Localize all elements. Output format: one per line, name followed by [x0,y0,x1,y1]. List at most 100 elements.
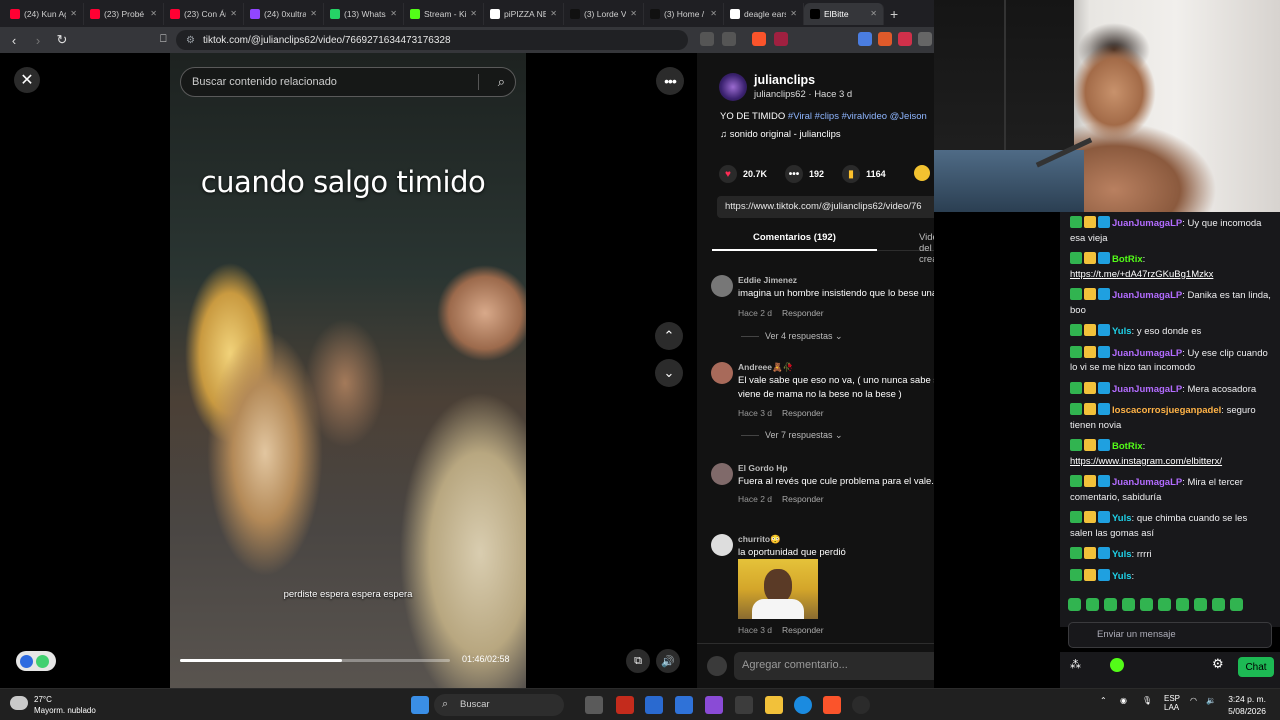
brave-icon[interactable] [823,696,841,714]
view-replies[interactable]: Ver 7 respuestas ⌄ [741,430,843,441]
browser-tab[interactable]: deagle earse ✕ [724,2,804,25]
save-stat[interactable]: ▮ 1164 [842,165,886,183]
terminal-icon[interactable] [735,696,753,714]
post-hashtags[interactable]: #Viral #clips #viralvideo @Jeison [788,111,927,122]
floating-player-icon[interactable]: ⧉ [626,649,650,673]
tray-chevron-icon[interactable]: ⌃ [1100,696,1107,705]
chat-link[interactable]: https://www.instagram.com/elbitterx/ [1070,456,1222,467]
app-icon-red[interactable] [616,696,634,714]
reload-icon[interactable]: ↻ [52,30,72,50]
browser-tab[interactable]: (24) Kun Agu ✕ [4,2,84,25]
activity-icon[interactable]: ⁂ [1070,658,1081,671]
brave-shield-icon[interactable] [752,32,766,46]
tab-close-icon[interactable]: ✕ [70,9,77,18]
chat-username[interactable]: Yuls [1112,571,1132,582]
reply-button[interactable]: Responder [782,625,824,635]
tab-close-icon[interactable]: ✕ [790,9,797,18]
browser-tab[interactable]: (23) Probé To ✕ [84,2,164,25]
chat-message-input[interactable]: Enviar un mensaje [1068,622,1272,648]
site-settings-icon[interactable]: ⚙ [186,35,195,46]
extension-icon-1[interactable] [858,32,872,46]
weather-widget[interactable]: 27°C Mayorm. nublado [10,694,96,716]
extension-badge[interactable] [16,651,56,671]
view-replies[interactable]: Ver 4 respuestas ⌄ [741,331,843,342]
emote-icon[interactable] [1212,598,1225,611]
browser-tab[interactable]: piPIZZA NEW ✕ [484,2,564,25]
emote-icon[interactable] [1158,598,1171,611]
close-icon[interactable]: ✕ [14,67,40,93]
emote-icon[interactable] [1194,598,1207,611]
browser-tab[interactable]: (24) 0xultrav ✕ [244,2,324,25]
comment-avatar[interactable] [711,362,733,384]
emote-icon[interactable] [1104,598,1117,611]
copilot-icon[interactable] [705,696,723,714]
microphone-icon[interactable]: 🎙 [1142,696,1152,705]
tab-close-icon[interactable]: ✕ [150,9,157,18]
tab-close-icon[interactable]: ✕ [550,9,557,18]
browser-tab[interactable]: (23) Con Ánin ✕ [164,2,244,25]
tab-close-icon[interactable]: ✕ [310,9,317,18]
next-video-icon[interactable]: ⌄ [655,359,683,387]
tab-close-icon[interactable]: ✕ [230,9,237,18]
browser-tab[interactable]: (3) Lorde V o✕ [564,2,644,25]
related-search-input[interactable]: Buscar contenido relacionado ⌕ [180,67,516,97]
emote-icon[interactable] [1176,598,1189,611]
browser-tab[interactable]: Stream - Kick✕ [404,2,484,25]
extensions-puzzle-icon[interactable] [918,32,932,46]
video-progress-bar[interactable] [180,659,450,662]
chat-settings-icon[interactable]: ⚙ [1212,656,1224,672]
comment-user[interactable]: Eddie Jimenez [738,275,797,285]
tab-close-icon[interactable]: ✕ [470,9,477,18]
comment-user[interactable]: Andreee🧸🥀 [738,362,793,373]
file-explorer-icon[interactable] [765,696,783,714]
comment-avatar[interactable] [711,534,733,556]
app-icon-blue[interactable] [675,696,693,714]
emote-icon[interactable] [1140,598,1153,611]
tab-comments[interactable]: Comentarios (192) [753,232,836,243]
app-icon-dark[interactable] [852,696,870,714]
browser-tab[interactable]: ElBitte ✕ [804,2,884,25]
chat-username[interactable]: JuanJumagaLP [1112,384,1182,395]
url-field[interactable]: ⚙ tiktok.com/@julianclips62/video/766927… [176,30,688,50]
wifi-icon[interactable]: ◠ [1190,696,1197,705]
cast-icon[interactable] [722,32,736,46]
creator-avatar[interactable] [719,73,747,101]
emote-icon[interactable] [1230,598,1243,611]
chat-link[interactable]: https://t.me/+dA47rzGKuBg1Mzkx [1070,269,1213,280]
browser-tab[interactable]: (3) Home / X ✕ [644,2,724,25]
more-options-icon[interactable]: ••• [656,67,684,95]
creator-username[interactable]: julianclips [754,73,815,87]
comment-image[interactable] [738,559,818,619]
video-link-field[interactable]: https://www.tiktok.com/@julianclips62/vi… [717,196,934,218]
bookmark-icon[interactable]: ⎕ [160,33,167,46]
reply-button[interactable]: Responder [782,308,824,318]
post-sound[interactable]: ♫ sonido original - julianclips [720,129,841,140]
taskbar-search[interactable]: ⌕ Buscar [434,694,564,716]
back-arrow-icon[interactable]: ‹ [4,30,24,50]
language-indicator[interactable]: ESP LAA [1164,694,1180,712]
comment-avatar[interactable] [711,275,733,297]
windows-start-icon[interactable] [411,696,429,714]
brave-rewards-icon[interactable] [774,32,788,46]
emote-icon[interactable] [1122,598,1135,611]
comment-user[interactable]: churrito😳 [738,534,781,545]
chat-username[interactable]: JuanJumagaLP [1112,218,1182,229]
extension-icon-3[interactable] [898,32,912,46]
emote-icon[interactable] [1086,598,1099,611]
add-comment-input[interactable]: Agregar comentario... [734,652,934,680]
tray-app-icon[interactable]: ◉ [1120,696,1127,705]
reply-button[interactable]: Responder [782,494,824,504]
comment-user[interactable]: El Gordo Hp [738,463,788,473]
previous-video-icon[interactable]: ⌃ [655,322,683,350]
tab-close-icon[interactable]: ✕ [710,9,717,18]
tab-close-icon[interactable]: ✕ [630,9,637,18]
tab-close-icon[interactable]: ✕ [390,9,397,18]
chat-username[interactable]: JuanJumagaLP [1112,290,1182,301]
kick-icon[interactable] [1110,658,1124,672]
taskbar-clock[interactable]: 3:24 p. m. 5/08/2026 [1224,693,1266,717]
chat-username[interactable]: Yuls [1112,326,1132,337]
speaker-icon[interactable]: 🔉 [1206,696,1216,705]
search-icon[interactable]: ⌕ [498,74,505,90]
emote-icon[interactable] [1068,598,1081,611]
chat-username[interactable]: loscacorrosjueganpadel [1112,405,1221,416]
